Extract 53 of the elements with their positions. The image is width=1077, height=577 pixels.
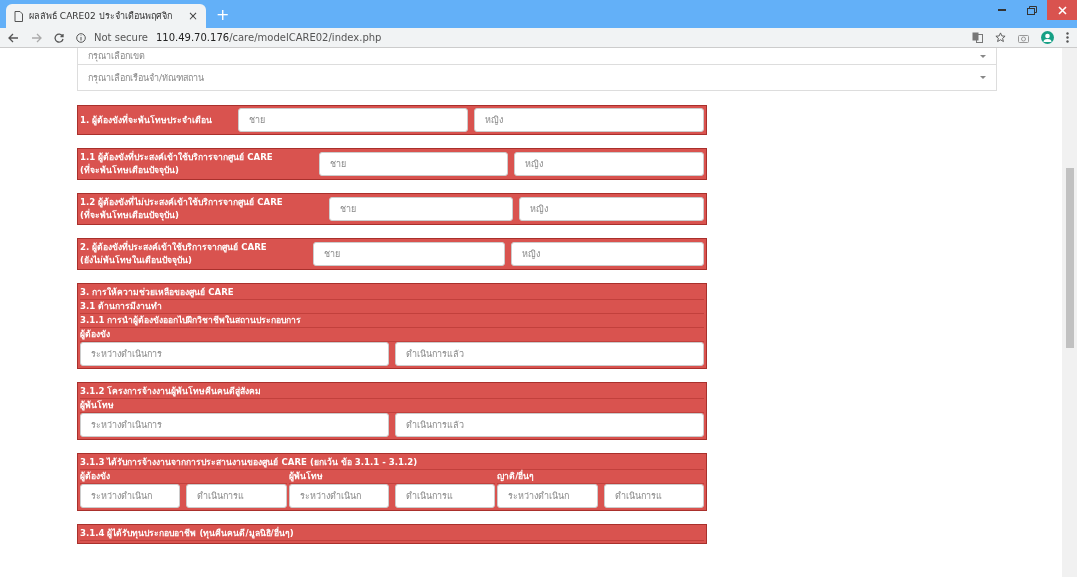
input-field[interactable]: ระหว่างดำเนินก <box>80 484 181 508</box>
input-field[interactable]: ชาย <box>312 242 506 266</box>
input-field[interactable]: ระหว่างดำเนินการ <box>80 342 389 366</box>
input-field[interactable]: ดำเนินการแ <box>603 484 705 508</box>
reload-icon[interactable] <box>54 32 64 43</box>
security-label: Not secure <box>94 32 148 43</box>
restore-icon[interactable] <box>1027 5 1037 15</box>
section-heading: 3.1.2 โครงการจ้างงานผู้พ้นโทษคืนคนดีสู่สังคม <box>80 385 704 399</box>
page-icon <box>14 10 23 22</box>
dropdown-placeholder: กรุณาเลือกเขต <box>88 50 145 63</box>
input-field[interactable]: ดำเนินการแล้ว <box>395 413 704 437</box>
close-button[interactable] <box>1047 0 1077 20</box>
input-field[interactable]: ดำเนินการแล้ว <box>395 342 704 366</box>
section-heading: 3.1.3 ได้รับการจ้างงานจากการประสานงานของศูนย์ CARE (ยกเว้น ข้อ 3.1.1 - 3.1.2) <box>80 456 704 470</box>
input-field[interactable]: หญิง <box>514 152 704 176</box>
dropdown[interactable]: กรุณาเลือกเรือนจำ/ทัณฑสถาน <box>77 65 997 91</box>
browser-tab[interactable]: ผลลัพธ์ CARE02 ประจำเดือนพฤศจิก × <box>6 4 206 28</box>
section-heading: 3.1.1 การนำผู้ต้องขังออกไปฝึกวิชาชีพในสถานประกอบการ <box>80 314 704 328</box>
input-field[interactable]: ระหว่างดำเนินก <box>497 484 598 508</box>
more-icon[interactable] <box>1066 32 1069 43</box>
tab-close-button[interactable]: × <box>187 9 198 23</box>
star-icon[interactable] <box>995 32 1006 43</box>
close-icon <box>1057 5 1067 15</box>
input-field[interactable]: ดำเนินการแ <box>186 484 287 508</box>
input-field[interactable]: ชาย <box>328 197 514 221</box>
caret-icon <box>980 76 986 79</box>
input-field[interactable]: หญิง <box>519 197 704 221</box>
translate-icon[interactable] <box>972 32 983 43</box>
avatar-icon[interactable] <box>1041 31 1054 44</box>
input-field[interactable]: หญิง <box>474 108 704 132</box>
section-title: 2. ผู้ต้องขังที่ประสงค์เข้าใช้บริการจากศูนย์ CARE (ยังไม่พ้นโทษในเดือนปัจจุบัน) <box>80 241 268 267</box>
caret-icon <box>980 54 986 58</box>
camera-icon[interactable] <box>1018 32 1029 43</box>
input-field[interactable]: ชาย <box>238 108 469 132</box>
input-field[interactable]: หญิง <box>511 242 704 266</box>
url-text[interactable]: 110.49.70.176/care/modelCARE02/index.php <box>155 32 382 43</box>
scroll-thumb[interactable] <box>1065 168 1074 348</box>
section-heading: 3.1.4 ผู้ได้รับทุนประกอบอาชีพ (ทุนคืนคนดี/มูลนิธิ/อื่นๆ) <box>80 527 704 541</box>
back-icon[interactable] <box>8 32 19 43</box>
section-heading: 3. การให้ความช่วยเหลือของศูนย์ CARE <box>80 286 704 300</box>
dropdown[interactable]: กรุณาเลือกเขต <box>77 48 997 65</box>
forward-icon[interactable] <box>31 32 42 43</box>
info-icon <box>76 32 86 43</box>
section-heading: 3.1 ด้านการมีงานทำ <box>80 300 704 314</box>
section-title: 1.1 ผู้ต้องขังที่ประสงค์เข้าใช้บริการจากศูนย์ CARE (ที่จะพ้นโทษเดือนปัจจุบัน) <box>80 151 274 177</box>
input-field[interactable]: ชาย <box>318 152 509 176</box>
dropdown-placeholder: กรุณาเลือกเรือนจำ/ทัณฑสถาน <box>88 71 205 85</box>
input-field[interactable]: ระหว่างดำเนินก <box>288 484 389 508</box>
section-title: 1. ผู้ต้องขังที่จะพ้นโทษประจำเดือน <box>80 113 214 127</box>
input-field[interactable]: ดำเนินการแ <box>395 484 496 508</box>
input-field[interactable]: ระหว่างดำเนินการ <box>80 413 389 437</box>
tab-title: ผลลัพธ์ CARE02 ประจำเดือนพฤศจิก <box>29 10 173 23</box>
section-title: 1.2 ผู้ต้องขังที่ไม่ประสงค์เข้าใช้บริการจากศูนย์ CARE (ที่จะพ้นโทษเดือนปัจจุบัน) <box>80 196 284 222</box>
